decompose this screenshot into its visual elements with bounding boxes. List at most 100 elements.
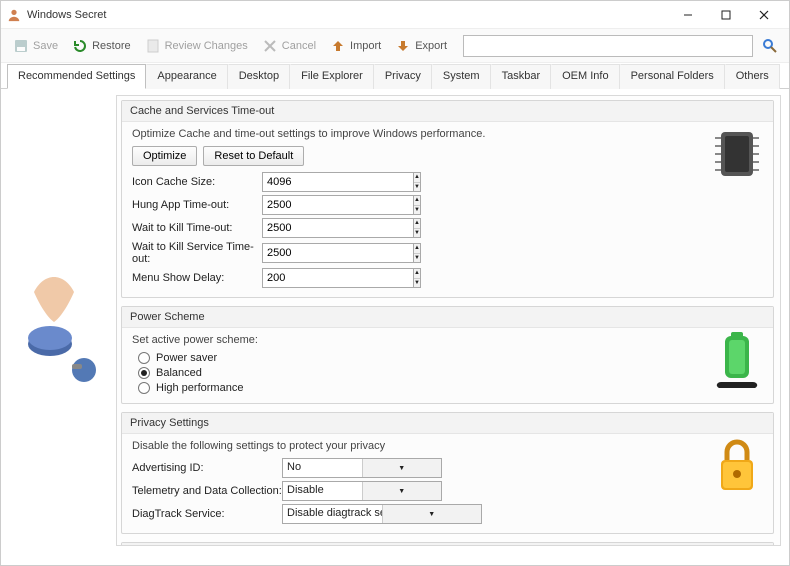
battery-icon <box>711 330 763 390</box>
power-desc: Set active power scheme: <box>132 334 763 346</box>
spin-down[interactable]: ▼ <box>414 279 420 288</box>
export-icon <box>395 38 411 54</box>
radio-icon <box>138 352 150 364</box>
search-box <box>463 35 753 57</box>
save-label: Save <box>33 40 58 52</box>
chip-icon <box>711 124 763 184</box>
wait-kill-spinner[interactable]: ▲▼ <box>262 218 392 238</box>
chevron-down-icon: ▼ <box>362 459 442 477</box>
titlebar: Windows Secret <box>1 1 789 29</box>
tab-personal-folders[interactable]: Personal Folders <box>620 64 725 89</box>
close-button[interactable] <box>745 1 783 29</box>
wait-kill-svc-label: Wait to Kill Service Time-out: <box>132 241 262 265</box>
cache-desc: Optimize Cache and time-out settings to … <box>132 128 763 140</box>
minimize-button[interactable] <box>669 1 707 29</box>
restore-icon <box>72 38 88 54</box>
maximize-button[interactable] <box>707 1 745 29</box>
radio-label: High performance <box>156 382 243 394</box>
import-label: Import <box>350 40 381 52</box>
app-icon <box>7 8 21 22</box>
toolbar: Save Restore Review Changes Cancel Impor… <box>1 29 789 63</box>
radio-balanced[interactable]: Balanced <box>138 367 763 379</box>
export-button[interactable]: Export <box>391 36 451 56</box>
wait-kill-svc-input[interactable] <box>262 243 413 263</box>
diagtrack-value: Disable diagtrack service at startup <box>283 505 382 523</box>
hung-input[interactable] <box>262 195 413 215</box>
radio-high-perf[interactable]: High performance <box>138 382 763 394</box>
search-icon <box>762 38 778 54</box>
review-button[interactable]: Review Changes <box>141 36 252 56</box>
tab-desktop[interactable]: Desktop <box>228 64 290 89</box>
radio-icon <box>138 367 150 379</box>
window-title: Windows Secret <box>27 9 106 21</box>
tab-oem[interactable]: OEM Info <box>551 64 619 89</box>
tab-taskbar[interactable]: Taskbar <box>491 64 552 89</box>
diagtrack-combo[interactable]: Disable diagtrack service at startup▼ <box>282 504 482 524</box>
cancel-label: Cancel <box>282 40 316 52</box>
import-icon <box>330 38 346 54</box>
tab-recommended[interactable]: Recommended Settings <box>7 64 146 89</box>
optimize-button[interactable]: Optimize <box>132 146 197 166</box>
adv-id-value: No <box>283 459 362 477</box>
tab-file-explorer[interactable]: File Explorer <box>290 64 374 89</box>
cancel-button[interactable]: Cancel <box>258 36 320 56</box>
menu-delay-label: Menu Show Delay: <box>132 272 262 284</box>
save-button[interactable]: Save <box>9 36 62 56</box>
main-body: Cache and Services Time-out Optimize Cac… <box>1 89 789 554</box>
tabstrip: Recommended Settings Appearance Desktop … <box>1 63 789 89</box>
wait-kill-input[interactable] <box>262 218 413 238</box>
menu-delay-spinner[interactable]: ▲▼ <box>262 268 392 288</box>
hung-label: Hung App Time-out: <box>132 199 262 211</box>
section-cache-header: Cache and Services Time-out <box>122 101 773 122</box>
spin-up[interactable]: ▲ <box>414 173 420 183</box>
spin-up[interactable]: ▲ <box>414 219 420 229</box>
icon-cache-spinner[interactable]: ▲▼ <box>262 172 392 192</box>
wait-kill-svc-spinner[interactable]: ▲▼ <box>262 243 392 263</box>
adv-id-combo[interactable]: No▼ <box>282 458 442 478</box>
section-gaming-header: Gaming <box>122 543 773 545</box>
radio-power-saver[interactable]: Power saver <box>138 352 763 364</box>
icon-cache-label: Icon Cache Size: <box>132 176 262 188</box>
section-cache: Cache and Services Time-out Optimize Cac… <box>121 100 774 298</box>
chevron-down-icon: ▼ <box>382 505 482 523</box>
adv-id-label: Advertising ID: <box>132 462 282 474</box>
telemetry-combo[interactable]: Disable▼ <box>282 481 442 501</box>
radio-label: Power saver <box>156 352 217 364</box>
hung-spinner[interactable]: ▲▼ <box>262 195 392 215</box>
tab-others[interactable]: Others <box>725 64 780 89</box>
tab-privacy[interactable]: Privacy <box>374 64 432 89</box>
import-button[interactable]: Import <box>326 36 385 56</box>
spin-down[interactable]: ▼ <box>414 229 420 238</box>
radio-label: Balanced <box>156 367 202 379</box>
side-panel <box>1 89 116 554</box>
spin-down[interactable]: ▼ <box>414 183 420 192</box>
spin-down[interactable]: ▼ <box>414 206 420 215</box>
icon-cache-input[interactable] <box>262 172 413 192</box>
cancel-icon <box>262 38 278 54</box>
section-power: Power Scheme Set active power scheme: Po… <box>121 306 774 404</box>
telemetry-value: Disable <box>283 482 362 500</box>
section-privacy: Privacy Settings Disable the following s… <box>121 412 774 534</box>
radio-icon <box>138 382 150 394</box>
spin-up[interactable]: ▲ <box>414 244 420 254</box>
section-privacy-header: Privacy Settings <box>122 413 773 434</box>
search-input[interactable] <box>463 35 753 57</box>
tab-system[interactable]: System <box>432 64 491 89</box>
export-label: Export <box>415 40 447 52</box>
spin-up[interactable]: ▲ <box>414 269 420 279</box>
lock-icon <box>711 436 763 496</box>
spin-up[interactable]: ▲ <box>414 196 420 206</box>
restore-button[interactable]: Restore <box>68 36 135 56</box>
content-scroll[interactable]: Cache and Services Time-out Optimize Cac… <box>117 96 780 545</box>
reset-default-button[interactable]: Reset to Default <box>203 146 304 166</box>
spin-down[interactable]: ▼ <box>414 254 420 263</box>
chevron-down-icon: ▼ <box>362 482 442 500</box>
tab-appearance[interactable]: Appearance <box>146 64 227 89</box>
search-button[interactable] <box>759 35 781 57</box>
section-power-header: Power Scheme <box>122 307 773 328</box>
side-illustration-icon <box>14 252 104 392</box>
section-gaming: Gaming Virtualizations-based Security (V… <box>121 542 774 545</box>
save-icon <box>13 38 29 54</box>
restore-label: Restore <box>92 40 131 52</box>
menu-delay-input[interactable] <box>262 268 413 288</box>
